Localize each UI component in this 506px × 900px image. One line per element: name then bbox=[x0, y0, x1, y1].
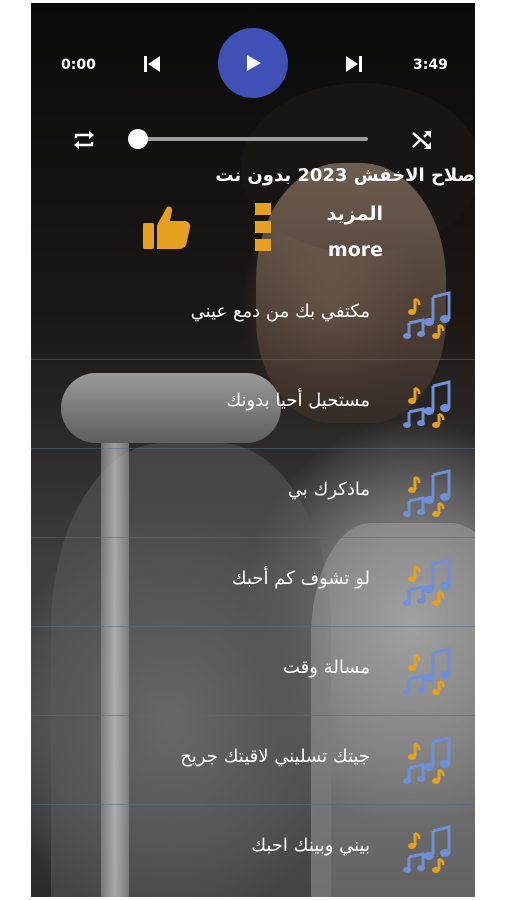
music-notes-icon bbox=[403, 556, 455, 608]
song-row[interactable]: مسالة وقت bbox=[31, 627, 475, 716]
song-list: مكتفي بك من دمع عيني مستحيل أحيا بدونك م… bbox=[31, 271, 475, 893]
vertical-dots-icon bbox=[255, 203, 271, 251]
like-button[interactable] bbox=[139, 199, 195, 255]
skip-next-icon bbox=[346, 56, 362, 72]
seek-bar[interactable] bbox=[136, 137, 368, 141]
music-notes-icon bbox=[403, 289, 455, 341]
song-row[interactable]: مكتفي بك من دمع عيني bbox=[31, 271, 475, 360]
shuffle-button[interactable] bbox=[409, 127, 435, 153]
music-notes-icon bbox=[403, 378, 455, 430]
app-screen: 0:00 3:49 صلاح الاخفش 2023 بدون نت المزي… bbox=[31, 3, 475, 897]
seek-thumb[interactable] bbox=[128, 129, 148, 149]
thumbs-up-icon bbox=[143, 206, 191, 249]
song-row[interactable]: جيتك تسليني لاقيتك جريح bbox=[31, 716, 475, 805]
more-label-arabic[interactable]: المزيد bbox=[327, 203, 383, 225]
music-notes-icon bbox=[403, 467, 455, 519]
skip-previous-icon bbox=[144, 56, 160, 72]
song-row[interactable]: لو تشوف كم أحبك bbox=[31, 538, 475, 627]
next-button[interactable] bbox=[343, 53, 365, 75]
song-title: جيتك تسليني لاقيتك جريح bbox=[180, 746, 370, 767]
repeat-icon bbox=[74, 131, 94, 149]
menu-button[interactable] bbox=[253, 199, 273, 255]
repeat-button[interactable] bbox=[71, 127, 97, 153]
music-notes-icon bbox=[403, 645, 455, 697]
previous-button[interactable] bbox=[141, 53, 163, 75]
song-row[interactable]: ماذكرك بي bbox=[31, 449, 475, 538]
total-time: 3:49 bbox=[413, 57, 448, 73]
song-title: مكتفي بك من دمع عيني bbox=[190, 301, 370, 322]
music-notes-icon bbox=[403, 823, 455, 875]
play-icon bbox=[247, 55, 261, 71]
song-row[interactable]: بيني وبينك احبك bbox=[31, 805, 475, 893]
more-label-english[interactable]: more bbox=[328, 239, 383, 261]
song-title: مسالة وقت bbox=[282, 657, 370, 678]
song-title: ماذكرك بي bbox=[287, 479, 370, 500]
song-title: مستحيل أحيا بدونك bbox=[226, 390, 370, 411]
song-title: بيني وبينك احبك bbox=[251, 835, 370, 856]
song-row[interactable]: مستحيل أحيا بدونك bbox=[31, 360, 475, 449]
song-title: لو تشوف كم أحبك bbox=[231, 568, 370, 589]
shuffle-icon bbox=[412, 131, 431, 149]
play-button[interactable] bbox=[218, 28, 288, 98]
music-notes-icon bbox=[403, 734, 455, 786]
current-time: 0:00 bbox=[61, 57, 96, 73]
album-title: صلاح الاخفش 2023 بدون نت bbox=[215, 165, 475, 186]
